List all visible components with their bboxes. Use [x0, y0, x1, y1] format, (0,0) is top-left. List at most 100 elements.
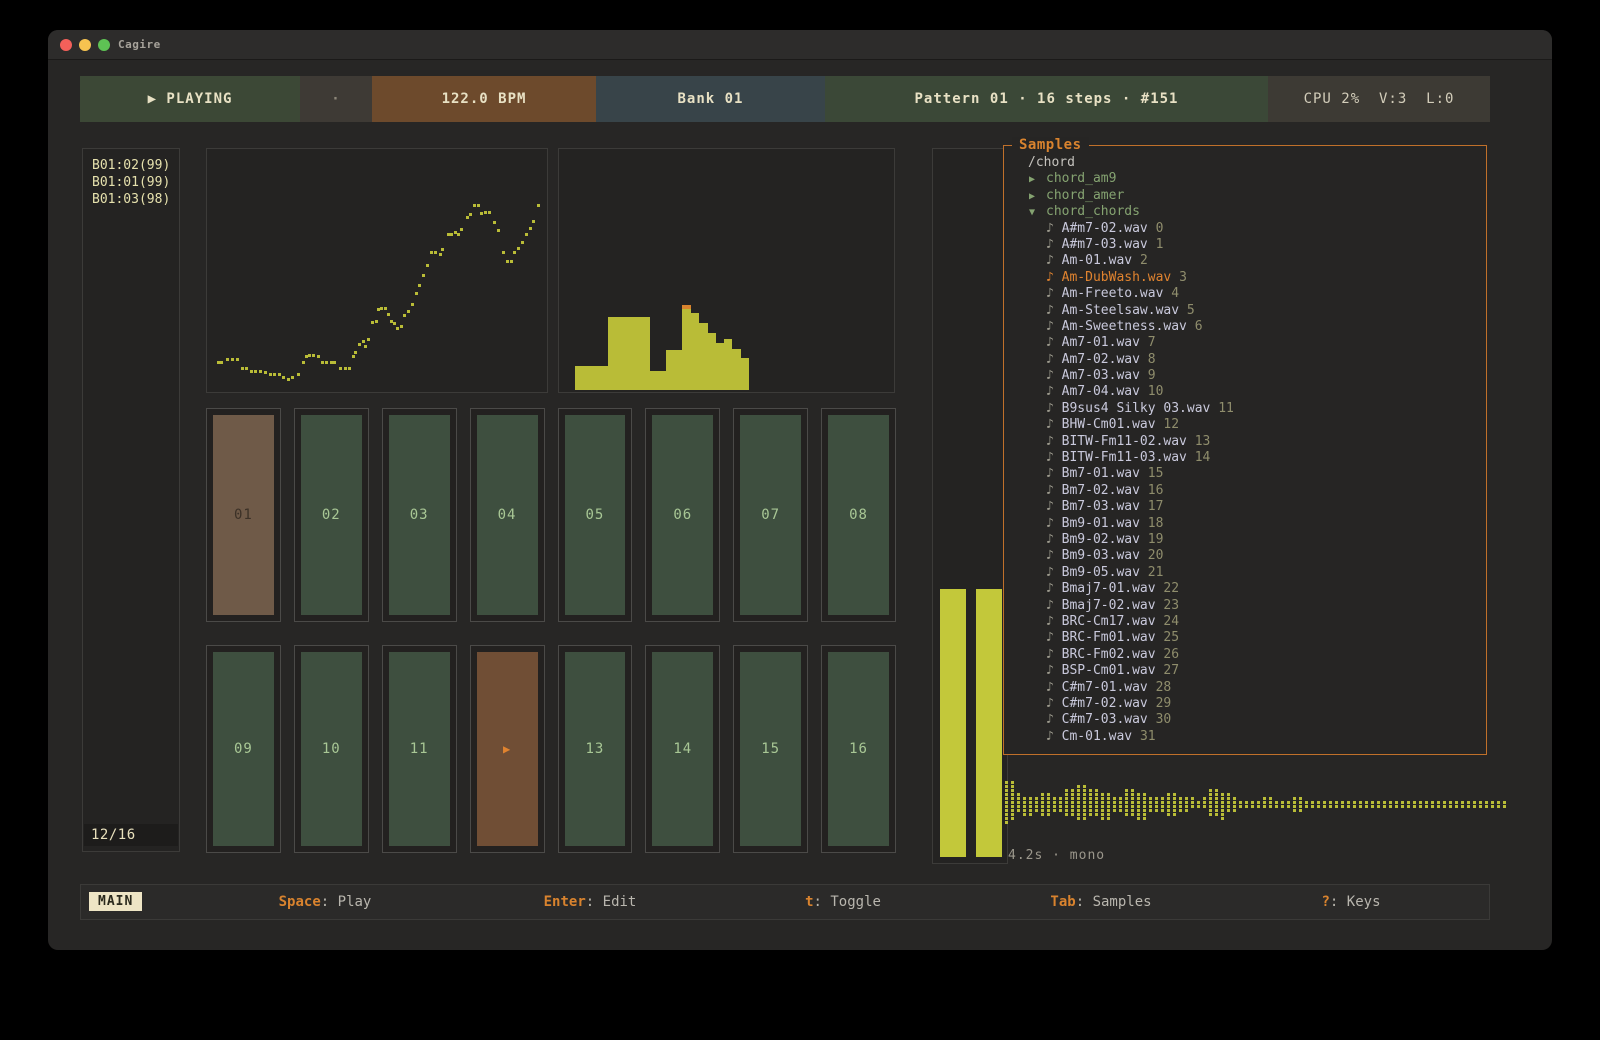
pad-07[interactable]: 07	[733, 408, 808, 622]
sample-file-index: 1	[1156, 237, 1164, 252]
sample-file-row-31[interactable]: ♪ Cm-01.wav 31	[1004, 729, 1486, 745]
sample-folder-row-chord_am9[interactable]: ▶chord_am9	[1004, 171, 1486, 187]
sample-file-index: 27	[1163, 663, 1179, 678]
pad-03[interactable]: 03	[382, 408, 457, 622]
music-note-icon: ♪	[1046, 696, 1062, 711]
sample-file-name: BRC-Fm01.wav	[1062, 630, 1164, 645]
sample-file-row-23[interactable]: ♪ Bmaj7-02.wav 23	[1004, 598, 1486, 614]
music-note-icon: ♪	[1046, 712, 1062, 727]
music-note-icon: ♪	[1046, 434, 1062, 449]
sample-file-index: 24	[1163, 614, 1179, 629]
sample-file-row-2[interactable]: ♪ Am-01.wav 2	[1004, 253, 1486, 269]
sample-file-row-21[interactable]: ♪ Bm9-05.wav 21	[1004, 565, 1486, 581]
sample-file-row-28[interactable]: ♪ C#m7-01.wav 28	[1004, 680, 1486, 696]
sample-folder-row-chord_chords[interactable]: ▼chord_chords	[1004, 204, 1486, 220]
music-note-icon: ♪	[1046, 532, 1062, 547]
pad-11[interactable]: 11	[382, 645, 457, 853]
sample-file-row-11[interactable]: ♪ B9sus4 Silky 03.wav 11	[1004, 401, 1486, 417]
sample-file-row-12[interactable]: ♪ BHW-Cm01.wav 12	[1004, 417, 1486, 433]
sample-file-row-30[interactable]: ♪ C#m7-03.wav 30	[1004, 712, 1486, 728]
waveform-display	[1005, 763, 1513, 847]
folder-name: chord_amer	[1046, 188, 1124, 203]
sample-file-name: C#m7-03.wav	[1062, 712, 1156, 727]
music-note-icon: ♪	[1046, 647, 1062, 662]
pad-label: 01	[213, 415, 274, 615]
pad-label: 16	[828, 652, 889, 846]
sample-file-row-19[interactable]: ♪ Bm9-02.wav 19	[1004, 532, 1486, 548]
sample-file-row-20[interactable]: ♪ Bm9-03.wav 20	[1004, 548, 1486, 564]
pad-14[interactable]: 14	[645, 645, 720, 853]
pad-label: 11	[389, 652, 450, 846]
sample-file-row-25[interactable]: ♪ BRC-Fm01.wav 25	[1004, 630, 1486, 646]
pad-label: 04	[477, 415, 538, 615]
pad-label: 05	[565, 415, 626, 615]
sample-file-index: 22	[1163, 581, 1179, 596]
music-note-icon: ♪	[1046, 237, 1062, 252]
bpm-display[interactable]: 122.0 BPM	[372, 76, 596, 122]
music-note-icon: ♪	[1046, 384, 1062, 399]
step-histogram-chart	[558, 148, 895, 393]
sample-file-index: 0	[1156, 221, 1164, 236]
pad-10[interactable]: 10	[294, 645, 369, 853]
sample-file-row-9[interactable]: ♪ Am7-03.wav 9	[1004, 368, 1486, 384]
folder-name: chord_am9	[1046, 171, 1116, 186]
sample-file-row-10[interactable]: ♪ Am7-04.wav 10	[1004, 384, 1486, 400]
sample-file-row-22[interactable]: ♪ Bmaj7-01.wav 22	[1004, 581, 1486, 597]
sample-file-index: 17	[1148, 499, 1164, 514]
sample-file-name: Bm9-01.wav	[1062, 516, 1148, 531]
sample-file-index: 14	[1195, 450, 1211, 465]
bank-display[interactable]: Bank 01	[596, 76, 825, 122]
music-note-icon: ♪	[1046, 483, 1062, 498]
pattern-display[interactable]: Pattern 01 · 16 steps · #151	[825, 76, 1268, 122]
sample-file-row-15[interactable]: ♪ Bm7-01.wav 15	[1004, 466, 1486, 482]
sample-file-index: 21	[1148, 565, 1164, 580]
minimize-window-button[interactable]	[79, 39, 91, 51]
pad-16[interactable]: 16	[821, 645, 896, 853]
sample-file-row-17[interactable]: ♪ Bm7-03.wav 17	[1004, 499, 1486, 515]
sample-file-name: Cm-01.wav	[1062, 729, 1140, 744]
sample-folder-row-chord_amer[interactable]: ▶chord_amer	[1004, 188, 1486, 204]
sample-file-row-13[interactable]: ♪ BITW-Fm11-02.wav 13	[1004, 434, 1486, 450]
pad-02[interactable]: 02	[294, 408, 369, 622]
music-note-icon: ♪	[1046, 630, 1062, 645]
sample-file-row-1[interactable]: ♪ A#m7-03.wav 1	[1004, 237, 1486, 253]
music-note-icon: ♪	[1046, 466, 1062, 481]
music-note-icon: ♪	[1046, 516, 1062, 531]
sample-file-name: BRC-Fm02.wav	[1062, 647, 1164, 662]
music-note-icon: ♪	[1046, 614, 1062, 629]
sample-file-row-8[interactable]: ♪ Am7-02.wav 8	[1004, 352, 1486, 368]
sample-file-name: Bm9-02.wav	[1062, 532, 1148, 547]
sample-file-row-18[interactable]: ♪ Bm9-01.wav 18	[1004, 516, 1486, 532]
sample-file-row-26[interactable]: ♪ BRC-Fm02.wav 26	[1004, 647, 1486, 663]
pad-playing-icon: ▶	[477, 652, 538, 846]
pad-04[interactable]: 04	[470, 408, 545, 622]
sample-file-index: 28	[1156, 680, 1172, 695]
sample-file-row-4[interactable]: ♪ Am-Freeto.wav 4	[1004, 286, 1486, 302]
pad-12[interactable]: ▶	[470, 645, 545, 853]
sample-file-row-24[interactable]: ♪ BRC-Cm17.wav 24	[1004, 614, 1486, 630]
zoom-window-button[interactable]	[98, 39, 110, 51]
sample-file-row-0[interactable]: ♪ A#m7-02.wav 0	[1004, 221, 1486, 237]
pad-06[interactable]: 06	[645, 408, 720, 622]
pad-08[interactable]: 08	[821, 408, 896, 622]
sample-file-row-6[interactable]: ♪ Am-Sweetness.wav 6	[1004, 319, 1486, 335]
sample-file-row-5[interactable]: ♪ Am-Steelsaw.wav 5	[1004, 303, 1486, 319]
music-note-icon: ♪	[1046, 548, 1062, 563]
sample-file-row-27[interactable]: ♪ BSP-Cm01.wav 27	[1004, 663, 1486, 679]
pad-13[interactable]: 13	[558, 645, 633, 853]
sample-file-row-7[interactable]: ♪ Am7-01.wav 7	[1004, 335, 1486, 351]
sample-file-name: Bm9-05.wav	[1062, 565, 1148, 580]
sample-file-row-3[interactable]: ♪ Am-DubWash.wav 3	[1004, 270, 1486, 286]
voice-readout-list: B01:02(99)B01:01(99)B01:03(98)	[83, 149, 179, 208]
system-stats: CPU 2% V:3 L:0	[1268, 76, 1490, 122]
pad-01[interactable]: 01	[206, 408, 281, 622]
pad-15[interactable]: 15	[733, 645, 808, 853]
sample-file-row-29[interactable]: ♪ C#m7-02.wav 29	[1004, 696, 1486, 712]
pad-05[interactable]: 05	[558, 408, 633, 622]
close-window-button[interactable]	[60, 39, 72, 51]
sample-file-row-14[interactable]: ♪ BITW-Fm11-03.wav 14	[1004, 450, 1486, 466]
pad-09[interactable]: 09	[206, 645, 281, 853]
sample-file-row-16[interactable]: ♪ Bm7-02.wav 16	[1004, 483, 1486, 499]
sample-file-name: Bmaj7-01.wav	[1062, 581, 1164, 596]
sample-file-index: 7	[1148, 335, 1156, 350]
